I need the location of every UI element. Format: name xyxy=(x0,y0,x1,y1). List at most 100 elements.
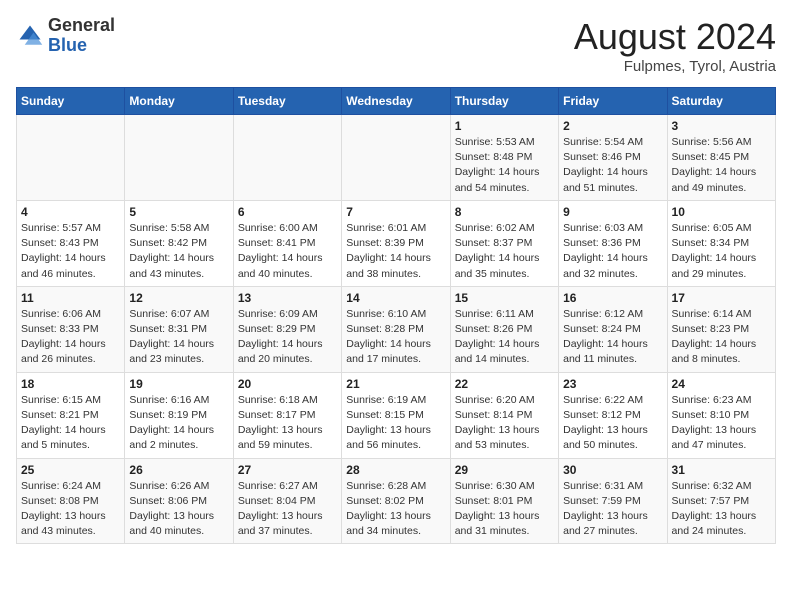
calendar-week-row: 11 Sunrise: 6:06 AM Sunset: 8:33 PM Dayli… xyxy=(17,286,776,372)
day-info: Sunrise: 6:30 AM Sunset: 8:01 PM Dayligh… xyxy=(455,479,554,540)
calendar-cell: 19 Sunrise: 6:16 AM Sunset: 8:19 PM Dayli… xyxy=(125,372,233,458)
day-number: 9 xyxy=(563,205,662,219)
day-info: Sunrise: 6:00 AM Sunset: 8:41 PM Dayligh… xyxy=(238,221,337,282)
day-number: 16 xyxy=(563,291,662,305)
day-info: Sunrise: 6:27 AM Sunset: 8:04 PM Dayligh… xyxy=(238,479,337,540)
day-info: Sunrise: 5:57 AM Sunset: 8:43 PM Dayligh… xyxy=(21,221,120,282)
day-number: 18 xyxy=(21,377,120,391)
day-number: 8 xyxy=(455,205,554,219)
calendar-cell: 5 Sunrise: 5:58 AM Sunset: 8:42 PM Daylig… xyxy=(125,200,233,286)
weekday-header: Monday xyxy=(125,88,233,115)
day-info: Sunrise: 6:19 AM Sunset: 8:15 PM Dayligh… xyxy=(346,393,445,454)
day-number: 15 xyxy=(455,291,554,305)
calendar-cell: 14Sunrise: 6:10 AM Sunset: 8:28 PM Dayli… xyxy=(342,286,450,372)
calendar-cell: 8 Sunrise: 6:02 AM Sunset: 8:37 PM Daylig… xyxy=(450,200,558,286)
day-info: Sunrise: 6:03 AM Sunset: 8:36 PM Dayligh… xyxy=(563,221,662,282)
day-info: Sunrise: 6:06 AM Sunset: 8:33 PM Dayligh… xyxy=(21,307,120,368)
logo: General Blue xyxy=(16,16,115,56)
day-number: 4 xyxy=(21,205,120,219)
day-info: Sunrise: 6:07 AM Sunset: 8:31 PM Dayligh… xyxy=(129,307,228,368)
calendar-cell: 9 Sunrise: 6:03 AM Sunset: 8:36 PM Daylig… xyxy=(559,200,667,286)
day-number: 13 xyxy=(238,291,337,305)
day-number: 3 xyxy=(672,119,771,133)
logo-blue: Blue xyxy=(48,36,115,56)
day-info: Sunrise: 6:01 AM Sunset: 8:39 PM Dayligh… xyxy=(346,221,445,282)
day-info: Sunrise: 6:24 AM Sunset: 8:08 PM Dayligh… xyxy=(21,479,120,540)
weekday-header-row: SundayMondayTuesdayWednesdayThursdayFrid… xyxy=(17,88,776,115)
calendar-cell: 16 Sunrise: 6:12 AM Sunset: 8:24 PM Dayli… xyxy=(559,286,667,372)
calendar-cell: 30 Sunrise: 6:31 AM Sunset: 7:59 PM Dayli… xyxy=(559,458,667,544)
day-number: 25 xyxy=(21,463,120,477)
calendar-cell: 20Sunrise: 6:18 AM Sunset: 8:17 PM Dayli… xyxy=(233,372,341,458)
day-number: 1 xyxy=(455,119,554,133)
day-info: Sunrise: 5:58 AM Sunset: 8:42 PM Dayligh… xyxy=(129,221,228,282)
calendar-cell xyxy=(17,115,125,201)
calendar-cell: 23 Sunrise: 6:22 AM Sunset: 8:12 PM Dayli… xyxy=(559,372,667,458)
day-info: Sunrise: 6:20 AM Sunset: 8:14 PM Dayligh… xyxy=(455,393,554,454)
day-number: 30 xyxy=(563,463,662,477)
calendar-cell: 2 Sunrise: 5:54 AM Sunset: 8:46 PM Daylig… xyxy=(559,115,667,201)
day-number: 17 xyxy=(672,291,771,305)
logo-general: General xyxy=(48,16,115,36)
calendar-cell: 6Sunrise: 6:00 AM Sunset: 8:41 PM Daylig… xyxy=(233,200,341,286)
day-info: Sunrise: 6:11 AM Sunset: 8:26 PM Dayligh… xyxy=(455,307,554,368)
day-number: 26 xyxy=(129,463,228,477)
day-info: Sunrise: 6:16 AM Sunset: 8:19 PM Dayligh… xyxy=(129,393,228,454)
calendar-cell xyxy=(125,115,233,201)
page-header: General Blue August 2024 Fulpmes, Tyrol,… xyxy=(16,16,776,75)
calendar-week-row: 4 Sunrise: 5:57 AM Sunset: 8:43 PM Daylig… xyxy=(17,200,776,286)
calendar-cell: 12 Sunrise: 6:07 AM Sunset: 8:31 PM Dayli… xyxy=(125,286,233,372)
calendar-week-row: 18 Sunrise: 6:15 AM Sunset: 8:21 PM Dayli… xyxy=(17,372,776,458)
calendar-table: SundayMondayTuesdayWednesdayThursdayFrid… xyxy=(16,87,776,544)
day-number: 19 xyxy=(129,377,228,391)
day-info: Sunrise: 6:31 AM Sunset: 7:59 PM Dayligh… xyxy=(563,479,662,540)
day-number: 28 xyxy=(346,463,445,477)
day-info: Sunrise: 5:56 AM Sunset: 8:45 PM Dayligh… xyxy=(672,135,771,196)
weekday-header: Thursday xyxy=(450,88,558,115)
weekday-header: Friday xyxy=(559,88,667,115)
calendar-cell: 10Sunrise: 6:05 AM Sunset: 8:34 PM Dayli… xyxy=(667,200,775,286)
calendar-cell xyxy=(233,115,341,201)
calendar-cell: 1 Sunrise: 5:53 AM Sunset: 8:48 PM Daylig… xyxy=(450,115,558,201)
day-info: Sunrise: 6:26 AM Sunset: 8:06 PM Dayligh… xyxy=(129,479,228,540)
calendar-cell: 22 Sunrise: 6:20 AM Sunset: 8:14 PM Dayli… xyxy=(450,372,558,458)
day-info: Sunrise: 6:09 AM Sunset: 8:29 PM Dayligh… xyxy=(238,307,337,368)
day-number: 7 xyxy=(346,205,445,219)
calendar-cell: 18 Sunrise: 6:15 AM Sunset: 8:21 PM Dayli… xyxy=(17,372,125,458)
calendar-week-row: 25 Sunrise: 6:24 AM Sunset: 8:08 PM Dayli… xyxy=(17,458,776,544)
day-number: 29 xyxy=(455,463,554,477)
day-info: Sunrise: 6:18 AM Sunset: 8:17 PM Dayligh… xyxy=(238,393,337,454)
calendar-cell: 21Sunrise: 6:19 AM Sunset: 8:15 PM Dayli… xyxy=(342,372,450,458)
calendar-cell: 28Sunrise: 6:28 AM Sunset: 8:02 PM Dayli… xyxy=(342,458,450,544)
day-info: Sunrise: 6:02 AM Sunset: 8:37 PM Dayligh… xyxy=(455,221,554,282)
calendar-cell: 24Sunrise: 6:23 AM Sunset: 8:10 PM Dayli… xyxy=(667,372,775,458)
day-number: 11 xyxy=(21,291,120,305)
day-number: 22 xyxy=(455,377,554,391)
calendar-cell: 17 Sunrise: 6:14 AM Sunset: 8:23 PM Dayli… xyxy=(667,286,775,372)
day-info: Sunrise: 5:54 AM Sunset: 8:46 PM Dayligh… xyxy=(563,135,662,196)
day-info: Sunrise: 6:05 AM Sunset: 8:34 PM Dayligh… xyxy=(672,221,771,282)
day-number: 5 xyxy=(129,205,228,219)
day-info: Sunrise: 6:22 AM Sunset: 8:12 PM Dayligh… xyxy=(563,393,662,454)
day-info: Sunrise: 6:15 AM Sunset: 8:21 PM Dayligh… xyxy=(21,393,120,454)
calendar-cell: 15 Sunrise: 6:11 AM Sunset: 8:26 PM Dayli… xyxy=(450,286,558,372)
calendar-cell: 27 Sunrise: 6:27 AM Sunset: 8:04 PM Dayli… xyxy=(233,458,341,544)
day-number: 12 xyxy=(129,291,228,305)
location-subtitle: Fulpmes, Tyrol, Austria xyxy=(574,58,776,75)
calendar-cell xyxy=(342,115,450,201)
weekday-header: Saturday xyxy=(667,88,775,115)
day-info: Sunrise: 5:53 AM Sunset: 8:48 PM Dayligh… xyxy=(455,135,554,196)
day-number: 23 xyxy=(563,377,662,391)
calendar-cell: 7 Sunrise: 6:01 AM Sunset: 8:39 PM Daylig… xyxy=(342,200,450,286)
day-number: 27 xyxy=(238,463,337,477)
day-info: Sunrise: 6:12 AM Sunset: 8:24 PM Dayligh… xyxy=(563,307,662,368)
day-number: 14 xyxy=(346,291,445,305)
day-number: 2 xyxy=(563,119,662,133)
month-year-title: August 2024 xyxy=(574,16,776,58)
calendar-cell: 13 Sunrise: 6:09 AM Sunset: 8:29 PM Dayli… xyxy=(233,286,341,372)
calendar-cell: 3 Sunrise: 5:56 AM Sunset: 8:45 PM Daylig… xyxy=(667,115,775,201)
calendar-week-row: 1 Sunrise: 5:53 AM Sunset: 8:48 PM Daylig… xyxy=(17,115,776,201)
calendar-cell: 29 Sunrise: 6:30 AM Sunset: 8:01 PM Dayli… xyxy=(450,458,558,544)
day-info: Sunrise: 6:14 AM Sunset: 8:23 PM Dayligh… xyxy=(672,307,771,368)
calendar-cell: 31Sunrise: 6:32 AM Sunset: 7:57 PM Dayli… xyxy=(667,458,775,544)
